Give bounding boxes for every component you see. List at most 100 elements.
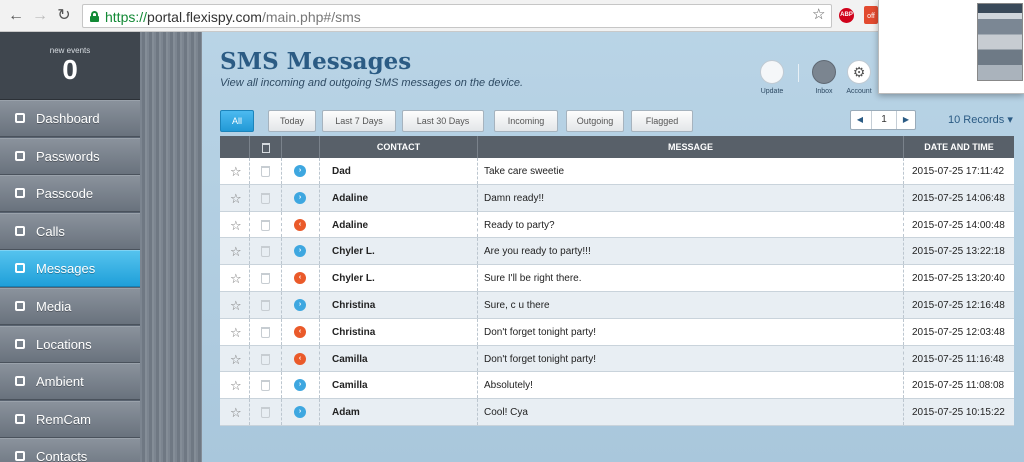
message-text[interactable]: Sure, c u there bbox=[484, 300, 550, 311]
message-text[interactable]: Sure I'll be right there. bbox=[484, 273, 582, 284]
account-label[interactable]: Account bbox=[839, 88, 879, 95]
trash-icon[interactable] bbox=[261, 326, 270, 338]
adblock-extension-icon[interactable]: ABP bbox=[839, 8, 854, 23]
sidebar-item-media[interactable]: Media bbox=[0, 288, 140, 325]
filter-last-30-days-button[interactable]: Last 30 Days bbox=[402, 110, 484, 132]
table-row[interactable]: ☆ › Dad Take care sweetie 2015-07-25 17:11:4… bbox=[220, 158, 1014, 185]
sidebar-item-passcode[interactable]: Passcode bbox=[0, 175, 140, 213]
table-row[interactable]: ☆ › Adaline Damn ready!! 2015-07-25 14:06:48 bbox=[220, 184, 1014, 212]
message-text[interactable]: Take care sweetie bbox=[484, 166, 564, 177]
filter-last-7-days-button[interactable]: Last 7 Days bbox=[322, 110, 396, 132]
contact-name[interactable]: Camilla bbox=[332, 380, 368, 391]
microphone-icon bbox=[13, 375, 27, 389]
message-text[interactable]: Absolutely! bbox=[484, 380, 533, 391]
address-bar[interactable]: https://portal.flexispy.com/main.php#/sm… bbox=[82, 4, 832, 28]
trash-icon[interactable] bbox=[261, 353, 270, 365]
update-label[interactable]: Update bbox=[752, 88, 792, 95]
message-text[interactable]: Are you ready to party!!! bbox=[484, 246, 591, 257]
sidebar-item-messages[interactable]: Messages bbox=[0, 250, 140, 288]
flag-star-icon[interactable]: ☆ bbox=[230, 191, 242, 207]
trash-icon[interactable] bbox=[261, 299, 270, 311]
reload-icon[interactable]: ↻ bbox=[54, 6, 74, 26]
table-row[interactable]: ☆ ‹ Adaline Ready to party? 2015-07-25 14:00… bbox=[220, 211, 1014, 239]
page-number[interactable]: 1 bbox=[871, 111, 897, 129]
sidebar-item-locations[interactable]: Locations bbox=[0, 325, 140, 363]
flag-star-icon[interactable]: ☆ bbox=[230, 271, 242, 287]
contact-name[interactable]: Chyler L. bbox=[332, 273, 375, 284]
contact-name[interactable]: Adam bbox=[332, 407, 360, 418]
flag-star-icon[interactable]: ☆ bbox=[230, 378, 242, 394]
contact-name[interactable]: Adaline bbox=[332, 193, 368, 204]
filter-incoming-button[interactable]: Incoming bbox=[494, 110, 558, 132]
message-text[interactable]: Ready to party? bbox=[484, 220, 555, 231]
filter-today-button[interactable]: Today bbox=[268, 110, 316, 132]
table-row[interactable]: ☆ › Chyler L. Are you ready to party!!! 2015… bbox=[220, 238, 1014, 266]
table-row[interactable]: ☆ › Adam Cool! Cya 2015-07-25 10:15:22 bbox=[220, 399, 1014, 426]
header-direction-col bbox=[282, 136, 320, 158]
message-text[interactable]: Damn ready!! bbox=[484, 193, 544, 204]
trash-icon[interactable] bbox=[261, 380, 270, 392]
inbox-icon[interactable] bbox=[812, 60, 836, 84]
filter-flagged-button[interactable]: Flagged bbox=[631, 110, 693, 132]
update-icon[interactable] bbox=[760, 60, 784, 84]
new-events-panel[interactable]: new events 0 bbox=[0, 32, 140, 100]
message-text[interactable]: Cool! Cya bbox=[484, 407, 528, 418]
back-arrow-icon[interactable]: ← bbox=[6, 6, 26, 26]
trash-icon[interactable] bbox=[261, 219, 270, 231]
trash-icon[interactable] bbox=[261, 166, 270, 177]
inbox-label[interactable]: Inbox bbox=[804, 88, 844, 95]
flag-star-icon[interactable]: ☆ bbox=[230, 164, 242, 180]
message-text[interactable]: Don't forget tonight party! bbox=[484, 354, 596, 365]
prev-page-icon[interactable]: ◀ bbox=[851, 111, 869, 129]
extension-off-icon[interactable]: off bbox=[864, 6, 878, 24]
sidebar-item-contacts[interactable]: Contacts bbox=[0, 438, 140, 462]
flag-star-icon[interactable]: ☆ bbox=[230, 405, 242, 421]
sidebar-item-calls[interactable]: Calls bbox=[0, 212, 140, 250]
sidebar-item-label: RemCam bbox=[36, 411, 91, 427]
message-date: 2015-07-25 10:15:22 bbox=[912, 407, 1005, 419]
sidebar-item-dashboard[interactable]: Dashboard bbox=[0, 100, 140, 137]
sidebar-item-remcam[interactable]: RemCam bbox=[0, 400, 140, 438]
contact-name[interactable]: Christina bbox=[332, 300, 375, 311]
trash-icon[interactable] bbox=[261, 407, 270, 419]
table-row[interactable]: ☆ ‹ Chyler L. Sure I'll be right there. 2015… bbox=[220, 265, 1014, 292]
trash-icon[interactable] bbox=[261, 246, 270, 258]
outgoing-arrow-icon: ‹ bbox=[294, 218, 306, 231]
message-text[interactable]: Don't forget tonight party! bbox=[484, 327, 596, 338]
table-row[interactable]: ☆ › Camilla Absolutely! 2015-07-25 11:08:08 bbox=[220, 372, 1014, 400]
flag-star-icon[interactable]: ☆ bbox=[230, 244, 242, 260]
header-divider bbox=[798, 64, 799, 82]
next-page-icon[interactable]: ▶ bbox=[897, 111, 915, 129]
gear-icon[interactable]: ⚙ bbox=[847, 60, 871, 84]
flag-star-icon[interactable]: ☆ bbox=[230, 352, 242, 368]
contact-name[interactable]: Chyler L. bbox=[332, 246, 375, 257]
sms-table: CONTACT MESSAGE DATE AND TIME ☆ › Dad Take … bbox=[220, 136, 1014, 426]
incoming-arrow-icon: › bbox=[294, 165, 306, 177]
sidebar-item-passwords[interactable]: Passwords bbox=[0, 137, 140, 175]
trash-icon[interactable] bbox=[261, 142, 270, 153]
contact-name[interactable]: Christina bbox=[332, 327, 375, 338]
header-message[interactable]: MESSAGE bbox=[478, 136, 904, 158]
flag-star-icon[interactable]: ☆ bbox=[230, 218, 242, 234]
table-row[interactable]: ☆ › Christina Sure, c u there 2015-07-25 12:… bbox=[220, 291, 1014, 319]
contact-name[interactable]: Camilla bbox=[332, 354, 368, 365]
forward-arrow-icon[interactable]: → bbox=[30, 6, 50, 26]
table-row[interactable]: ☆ ‹ Christina Don't forget tonight party! 20… bbox=[220, 318, 1014, 346]
sidebar-item-label: Passwords bbox=[36, 148, 100, 164]
trash-icon[interactable] bbox=[261, 192, 270, 204]
lock-icon bbox=[13, 150, 27, 164]
filter-all-button[interactable]: All bbox=[220, 110, 254, 132]
sidebar-item-ambient[interactable]: Ambient bbox=[0, 363, 140, 401]
contact-name[interactable]: Dad bbox=[332, 166, 351, 177]
header-contact[interactable]: CONTACT bbox=[320, 136, 478, 158]
contact-name[interactable]: Adaline bbox=[332, 220, 368, 231]
flag-star-icon[interactable]: ☆ bbox=[230, 298, 242, 314]
records-per-page-dropdown[interactable]: 10 Records ▾ bbox=[948, 113, 1013, 126]
trash-icon[interactable] bbox=[261, 273, 270, 285]
header-date[interactable]: DATE AND TIME bbox=[904, 136, 1014, 158]
filter-outgoing-button[interactable]: Outgoing bbox=[566, 110, 624, 132]
bookmark-star-icon[interactable]: ☆ bbox=[812, 5, 825, 23]
incoming-arrow-icon: › bbox=[294, 191, 306, 204]
flag-star-icon[interactable]: ☆ bbox=[230, 325, 242, 341]
table-row[interactable]: ☆ ‹ Camilla Don't forget tonight party! 2015… bbox=[220, 345, 1014, 373]
